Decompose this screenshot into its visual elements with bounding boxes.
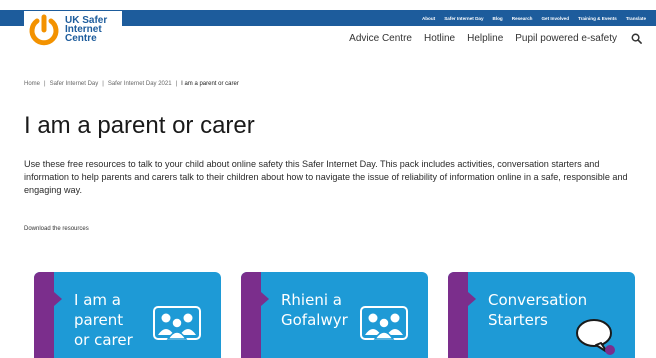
speech-bubble-icon [576, 319, 615, 355]
utility-link-get-involved[interactable]: Get Involved [541, 16, 569, 21]
resource-cards: I am a parent or carer Rhieni a Gofalwyr [34, 272, 635, 358]
card-label: Rhieni a Gofalwyr [281, 291, 348, 329]
breadcrumb-safer-internet-day[interactable]: Safer Internet Day [50, 81, 99, 87]
people-group-icon [360, 306, 408, 340]
card-rhieni-a-gofalwyr[interactable]: Rhieni a Gofalwyr [241, 272, 428, 358]
card-parent-or-carer[interactable]: I am a parent or carer [34, 272, 221, 358]
breadcrumb-separator: | [102, 81, 104, 87]
card-notch [468, 292, 476, 306]
breadcrumb: Home | Safer Internet Day | Safer Internet D… [24, 81, 239, 87]
utility-link-safer-internet-day[interactable]: Safer Internet Day [444, 16, 483, 21]
card-label: I am a parent or carer [74, 291, 133, 349]
utility-link-training-events[interactable]: Training & Events [578, 16, 617, 21]
card-notch [54, 292, 62, 306]
logo-wordmark: UK Safer Internet Centre [65, 16, 107, 44]
breadcrumb-current: I am a parent or carer [181, 81, 239, 87]
breadcrumb-separator: | [44, 81, 46, 87]
breadcrumb-separator: | [175, 81, 178, 87]
utility-link-about[interactable]: About [422, 16, 435, 21]
nav-item-hotline[interactable]: Hotline [424, 33, 455, 44]
breadcrumb-sid-2021[interactable]: Safer Internet Day 2021 [108, 81, 172, 87]
utility-link-research[interactable]: Research [512, 16, 533, 21]
card-stripe [448, 272, 468, 358]
search-icon[interactable] [631, 33, 642, 44]
nav-item-pupil-powered-e-safety[interactable]: Pupil powered e-safety [515, 33, 617, 44]
intro-paragraph: Use these free resources to talk to your… [24, 159, 628, 195]
utility-links: About Safer Internet Day Blog Research G… [422, 10, 646, 26]
card-notch [261, 292, 269, 306]
breadcrumb-home[interactable]: Home [24, 81, 40, 87]
nav-item-helpline[interactable]: Helpline [467, 33, 503, 44]
site-logo[interactable]: UK Safer Internet Centre [24, 11, 122, 49]
card-stripe [241, 272, 261, 358]
page-title: I am a parent or carer [24, 112, 255, 139]
card-label: Conversation Starters [488, 291, 588, 329]
download-resources-link[interactable]: Download the resources [24, 226, 89, 232]
nav-item-advice-centre[interactable]: Advice Centre [349, 33, 412, 44]
card-conversation-starters[interactable]: Conversation Starters [448, 272, 635, 358]
card-stripe [34, 272, 54, 358]
people-group-icon [153, 306, 201, 340]
utility-link-blog[interactable]: Blog [493, 16, 503, 21]
main-nav: Advice Centre Hotline Helpline Pupil pow… [349, 33, 642, 44]
utility-link-translate[interactable]: Translate [626, 16, 646, 21]
power-button-logo-icon [29, 14, 59, 46]
logo-line-3: Centre [65, 33, 97, 44]
